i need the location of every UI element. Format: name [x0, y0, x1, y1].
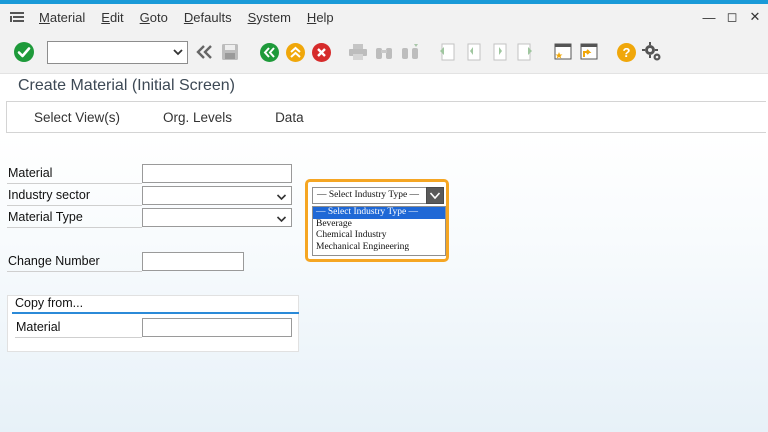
application-toolbar: Select View(s) Org. Levels Data	[6, 101, 766, 133]
material-input[interactable]	[142, 164, 292, 183]
previous-page-icon[interactable]	[461, 40, 485, 64]
settings-icon[interactable]	[640, 40, 664, 64]
menu-options-icon[interactable]	[6, 4, 28, 30]
next-page-icon[interactable]	[487, 40, 511, 64]
copy-from-divider	[12, 312, 299, 314]
cancel-icon[interactable]	[309, 40, 333, 64]
last-page-icon[interactable]	[513, 40, 537, 64]
command-field[interactable]	[47, 41, 188, 64]
chevron-down-icon[interactable]	[172, 45, 184, 64]
minimize-button[interactable]: —	[699, 10, 719, 25]
create-session-icon[interactable]	[551, 40, 575, 64]
chevron-down-icon[interactable]	[276, 212, 287, 230]
data-button[interactable]: Data	[275, 110, 304, 125]
menu-edit[interactable]: Edit	[101, 10, 123, 25]
back-icon[interactable]	[257, 40, 281, 64]
option-beverage[interactable]: Beverage	[313, 219, 445, 231]
menu-goto[interactable]: Goto	[140, 10, 168, 25]
window-controls: — ◻ ✕	[699, 4, 768, 30]
menu-defaults[interactable]: Defaults	[184, 10, 232, 25]
menu-bar: Material Edit Goto Defaults System Help	[0, 4, 768, 30]
copy-material-input[interactable]	[142, 318, 292, 337]
select-views-button[interactable]: Select View(s)	[34, 110, 120, 125]
svg-text:?: ?	[622, 45, 630, 60]
copy-material-label: Material	[15, 317, 142, 338]
save-icon[interactable]	[218, 40, 242, 64]
change-number-label: Change Number	[7, 251, 142, 272]
shortcut-icon[interactable]	[577, 40, 601, 64]
industry-sector-select[interactable]	[142, 186, 292, 205]
chevron-down-icon[interactable]	[276, 190, 287, 208]
industry-type-select[interactable]: — Select Industry Type —	[312, 187, 444, 204]
help-icon[interactable]: ?	[614, 40, 638, 64]
chevron-down-icon	[429, 192, 441, 200]
page-title: Create Material (Initial Screen)	[18, 77, 235, 94]
org-levels-button[interactable]: Org. Levels	[163, 110, 232, 125]
maximize-button[interactable]: ◻	[722, 9, 742, 25]
menu-help[interactable]: Help	[307, 10, 334, 25]
industry-sector-label: Industry sector	[7, 185, 142, 206]
material-type-label: Material Type	[7, 207, 142, 228]
industry-type-options: — Select Industry Type — Beverage Chemic…	[312, 206, 446, 256]
industry-type-selected: — Select Industry Type —	[317, 190, 420, 200]
copy-from-title: Copy from...	[15, 296, 84, 310]
option-mechanical-engineering[interactable]: Mechanical Engineering	[313, 242, 445, 254]
material-label: Material	[7, 163, 142, 184]
close-window-button[interactable]: ✕	[745, 9, 765, 25]
option-chemical-industry[interactable]: Chemical Industry	[313, 230, 445, 242]
enter-icon[interactable]	[12, 40, 36, 64]
first-page-icon[interactable]	[435, 40, 459, 64]
exit-icon[interactable]	[283, 40, 307, 64]
back-double-icon[interactable]	[193, 40, 217, 64]
change-number-input[interactable]	[142, 252, 244, 271]
print-icon[interactable]	[346, 40, 370, 64]
menu-system[interactable]: System	[248, 10, 291, 25]
find-next-icon[interactable]	[398, 40, 422, 64]
industry-type-dropdown-callout: — Select Industry Type — — Select Indust…	[305, 179, 449, 262]
option-select-industry-type[interactable]: — Select Industry Type —	[313, 207, 445, 219]
find-icon[interactable]	[372, 40, 396, 64]
dropdown-toggle-button[interactable]	[426, 187, 444, 204]
menu-material[interactable]: Material	[39, 10, 85, 25]
material-type-select[interactable]	[142, 208, 292, 227]
